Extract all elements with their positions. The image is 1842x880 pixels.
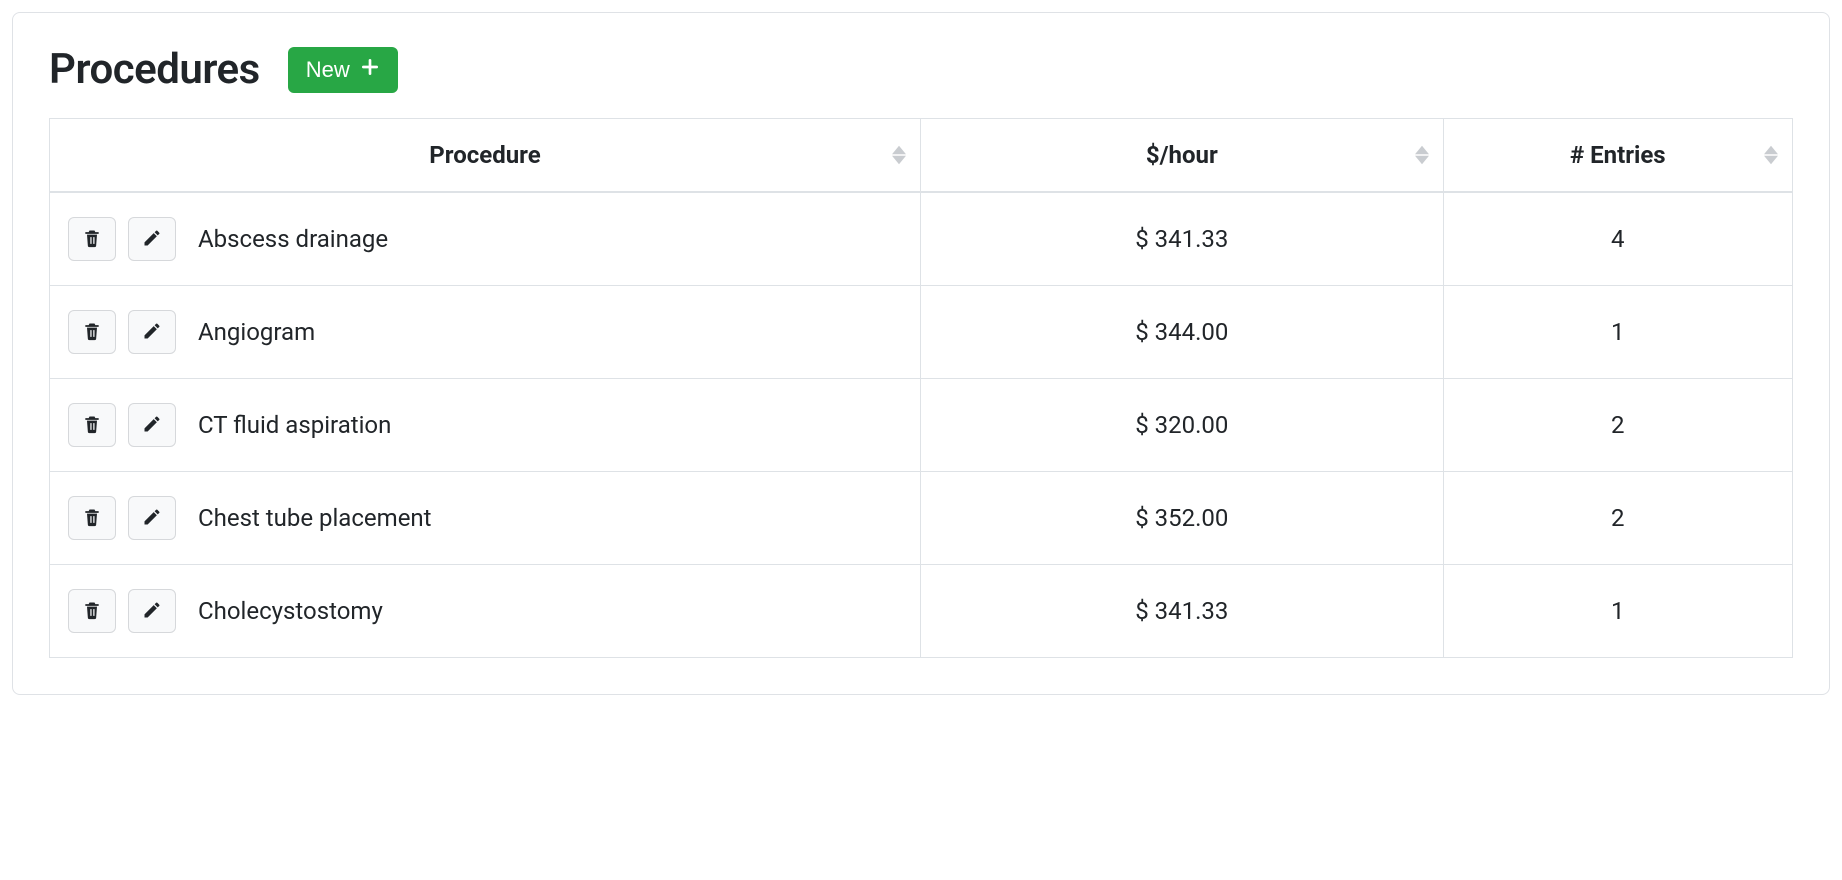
cell-procedure: Abscess drainage: [50, 193, 921, 286]
trash-icon: [82, 507, 102, 530]
cell-rate: $ 352.00: [921, 472, 1444, 565]
table-row: Abscess drainage $ 341.33 4: [50, 193, 1792, 286]
edit-button[interactable]: [128, 496, 176, 540]
plus-icon: [360, 57, 380, 83]
edit-button[interactable]: [128, 310, 176, 354]
cell-rate: $ 341.33: [921, 565, 1444, 658]
column-header-rate-label: $/hour: [1146, 141, 1218, 169]
table-row: Angiogram $ 344.00 1: [50, 286, 1792, 379]
entries-value: 1: [1611, 597, 1625, 625]
sort-icon: [892, 145, 906, 165]
edit-button[interactable]: [128, 217, 176, 261]
trash-icon: [82, 321, 102, 344]
delete-button[interactable]: [68, 403, 116, 447]
rate-value: $ 320.00: [1135, 411, 1228, 439]
cell-procedure: CT fluid aspiration: [50, 379, 921, 472]
edit-icon: [142, 414, 162, 437]
cell-procedure: Angiogram: [50, 286, 921, 379]
trash-icon: [82, 600, 102, 623]
cell-procedure: Chest tube placement: [50, 472, 921, 565]
column-header-entries[interactable]: # Entries: [1444, 119, 1792, 193]
cell-procedure: Cholecystostomy: [50, 565, 921, 658]
header-row: Procedures New: [49, 45, 1793, 94]
delete-button[interactable]: [68, 217, 116, 261]
procedure-name: Abscess drainage: [198, 225, 388, 253]
new-procedure-button[interactable]: New: [288, 47, 398, 93]
edit-icon: [142, 321, 162, 344]
table-row: CT fluid aspiration $ 320.00 2: [50, 379, 1792, 472]
rate-value: $ 352.00: [1135, 504, 1228, 532]
trash-icon: [82, 228, 102, 251]
entries-value: 2: [1611, 411, 1625, 439]
cell-entries: 4: [1444, 193, 1792, 286]
sort-icon: [1415, 145, 1429, 165]
page-title: Procedures: [49, 45, 260, 94]
delete-button[interactable]: [68, 310, 116, 354]
cell-entries: 2: [1444, 379, 1792, 472]
procedures-card: Procedures New Procedure $/: [12, 12, 1830, 695]
procedure-name: Cholecystostomy: [198, 597, 383, 625]
column-header-rate[interactable]: $/hour: [921, 119, 1444, 193]
trash-icon: [82, 414, 102, 437]
rate-value: $ 344.00: [1135, 318, 1228, 346]
entries-value: 1: [1611, 318, 1625, 346]
edit-icon: [142, 507, 162, 530]
edit-icon: [142, 600, 162, 623]
entries-value: 4: [1611, 225, 1625, 253]
edit-button[interactable]: [128, 589, 176, 633]
edit-button[interactable]: [128, 403, 176, 447]
column-header-entries-label: # Entries: [1570, 141, 1666, 169]
cell-entries: 1: [1444, 286, 1792, 379]
procedures-table: Procedure $/hour # Entries: [49, 118, 1793, 658]
new-button-label: New: [306, 57, 350, 83]
column-header-procedure[interactable]: Procedure: [50, 119, 921, 193]
cell-rate: $ 344.00: [921, 286, 1444, 379]
cell-rate: $ 341.33: [921, 193, 1444, 286]
delete-button[interactable]: [68, 589, 116, 633]
cell-rate: $ 320.00: [921, 379, 1444, 472]
delete-button[interactable]: [68, 496, 116, 540]
column-header-procedure-label: Procedure: [429, 141, 540, 169]
cell-entries: 1: [1444, 565, 1792, 658]
rate-value: $ 341.33: [1135, 225, 1228, 253]
table-row: Chest tube placement $ 352.00 2: [50, 472, 1792, 565]
edit-icon: [142, 228, 162, 251]
procedure-name: Chest tube placement: [198, 504, 432, 532]
rate-value: $ 341.33: [1135, 597, 1228, 625]
entries-value: 2: [1611, 504, 1625, 532]
sort-icon: [1764, 145, 1778, 165]
procedure-name: CT fluid aspiration: [198, 411, 391, 439]
cell-entries: 2: [1444, 472, 1792, 565]
procedure-name: Angiogram: [198, 318, 315, 346]
table-row: Cholecystostomy $ 341.33 1: [50, 565, 1792, 658]
